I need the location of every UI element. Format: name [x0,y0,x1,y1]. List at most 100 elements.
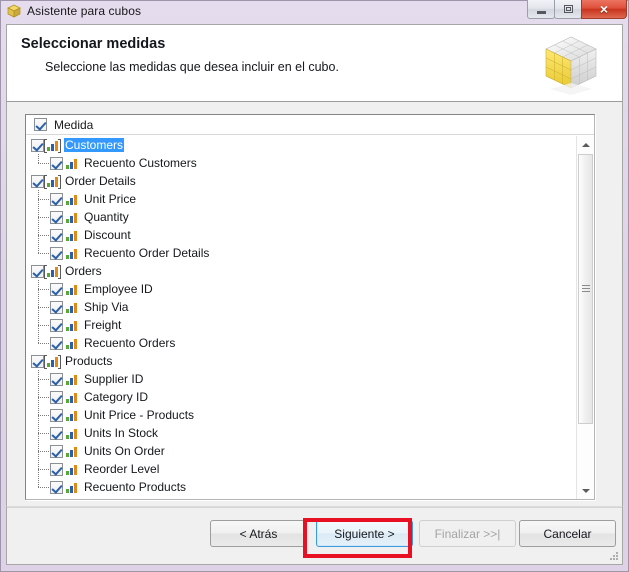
tree-row-label: Products [65,354,113,368]
tree-row[interactable]: Category ID [26,388,577,406]
measure-icon [65,337,78,350]
tree-row-checkbox[interactable] [31,138,44,152]
tree-connector-line [38,460,49,478]
tree-row-checkbox[interactable] [50,426,63,440]
measure-icon [65,319,78,332]
measure-icon [65,193,78,206]
measures-tree-body[interactable]: Customers Recuento Customers Order Details… [26,136,594,499]
tree-vertical-scrollbar[interactable] [576,136,594,499]
tree-row-checkbox[interactable] [31,264,44,278]
tree-row-label: Discount [84,228,131,242]
tree-column-header-label: Medida [54,117,94,132]
measure-icon [65,463,78,476]
tree-row-checkbox[interactable] [50,372,63,386]
tree-row[interactable]: Recuento Order Details [26,244,577,262]
tree-rows-container: Customers Recuento Customers Order Details… [26,136,577,496]
tree-connector-line [38,334,49,352]
tree-row[interactable]: Customers [26,136,577,154]
tree-row-label: Units On Order [84,444,165,458]
cube-3d-image [538,31,604,97]
tree-row[interactable]: Supplier ID [26,370,577,388]
tree-connector-line [38,154,49,172]
tree-row-checkbox[interactable] [50,282,63,296]
measure-icon [65,445,78,458]
tree-connector-line [38,244,49,262]
tree-row[interactable]: Unit Price [26,190,577,208]
tree-connector-line [38,190,49,208]
tree-row-checkbox[interactable] [50,336,63,350]
tree-row-checkbox[interactable] [50,156,63,170]
tree-row-checkbox[interactable] [50,228,63,242]
window-title: Asistente para cubos [27,4,142,18]
tree-row-label: Recuento Products [84,480,187,494]
tree-connector-line [38,406,49,424]
tree-row[interactable]: Unit Price - Products [26,406,577,424]
tree-connector-line [38,316,49,334]
tree-row[interactable]: Recuento Orders [26,334,577,352]
measure-icon [65,481,78,494]
back-button[interactable]: < Atrás [210,520,307,547]
tree-row-checkbox[interactable] [50,462,63,476]
maximize-button[interactable] [554,0,582,19]
tree-connector-line [38,280,49,298]
tree-row[interactable]: Ship Via [26,298,577,316]
tree-row-checkbox[interactable] [31,174,44,188]
scroll-up-button[interactable] [577,136,594,153]
tree-row-checkbox[interactable] [50,480,63,494]
tree-row[interactable]: Recuento Products [26,478,577,496]
tree-row[interactable]: Orders [26,262,577,280]
cube-icon [6,3,22,19]
minimize-button[interactable] [527,0,555,19]
tree-row-label: Employee ID [84,282,153,296]
tree-row-checkbox[interactable] [50,246,63,260]
tree-row[interactable]: Products [26,352,577,370]
tree-row-checkbox[interactable] [50,300,63,314]
measure-icon [65,283,78,296]
tree-connector-line [38,478,49,496]
tree-row-checkbox[interactable] [50,210,63,224]
tree-row[interactable]: Recuento Customers [26,154,577,172]
tree-row-checkbox[interactable] [50,318,63,332]
tree-connector-line [38,226,49,244]
scroll-down-button[interactable] [577,482,594,499]
tree-row-label: Recuento Customers [84,156,197,170]
tree-row-label: Order Details [65,174,136,188]
tree-row[interactable]: Quantity [26,208,577,226]
maximize-icon [563,5,573,13]
tree-row[interactable]: Reorder Level [26,460,577,478]
tree-row[interactable]: Units On Order [26,442,577,460]
tree-row-label: Units In Stock [84,426,159,440]
tree-row-label: Recuento Orders [84,336,176,350]
tree-row-checkbox[interactable] [50,408,63,422]
tree-connector-line [38,298,49,316]
tree-row-checkbox[interactable] [50,192,63,206]
tree-row-checkbox[interactable] [31,354,44,368]
close-button[interactable]: × [581,0,627,19]
tree-connector-line [38,442,49,460]
tree-row-label: Freight [84,318,122,332]
tree-row-checkbox[interactable] [50,390,63,404]
tree-row-label: Unit Price [84,192,137,206]
header-checkbox[interactable] [34,118,47,131]
scrollbar-thumb[interactable] [578,154,593,424]
tree-row-label: Orders [65,264,102,278]
tree-row[interactable]: Units In Stock [26,424,577,442]
resize-grip-icon[interactable] [608,550,618,560]
tree-connector-line [38,208,49,226]
measure-group-icon [44,138,61,153]
tree-row[interactable]: Discount [26,226,577,244]
tree-row-checkbox[interactable] [50,444,63,458]
tree-row-label: Category ID [84,390,149,404]
cancel-button[interactable]: Cancelar [519,520,616,547]
finish-button: Finalizar >>| [419,520,516,547]
scrollbar-grip-icon [582,285,590,293]
page-title: Seleccionar medidas [21,36,166,52]
next-button[interactable]: Siguiente > [316,520,413,547]
tree-row[interactable]: Order Details [26,172,577,190]
tree-row[interactable]: Employee ID [26,280,577,298]
triangle-up-icon [581,142,590,147]
tree-row[interactable]: Freight [26,316,577,334]
measure-icon [65,247,78,260]
window-controls: × [527,0,627,21]
measure-icon [65,427,78,440]
